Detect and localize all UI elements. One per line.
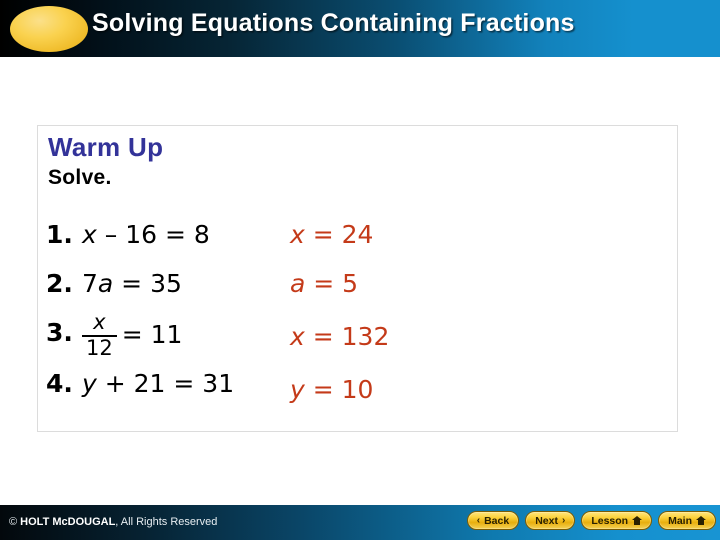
equation-rest: – 16 = 8 [96,220,210,249]
problem-answer: y = 10 [290,375,373,404]
answer-rest: = 10 [304,375,374,404]
fraction: x 12 [82,312,117,359]
problem-equation: x – 16 = 8 [82,220,210,249]
problem-answer: x = 132 [290,322,389,351]
problem-number: 4. [46,369,73,398]
answer-rest: = 5 [305,269,359,298]
problem-number: 2. [46,269,73,298]
next-button[interactable]: Next › [525,511,576,530]
brand-name: HOLT McDOUGAL [20,516,116,528]
problem-number: 1. [46,220,73,249]
rights-text: , All Rights Reserved [115,516,218,528]
chevron-right-icon: › [561,515,566,526]
fraction-denominator: 12 [86,336,113,360]
warmup-heading: Warm Up [48,132,164,162]
slide-footer-bar: © HOLT McDOUGAL, All Rights Reserved ‹ B… [0,505,720,540]
problem-equation: y + 21 = 31 [82,369,234,398]
slide-header-bar: Solving Equations Containing Fractions [0,0,720,57]
fraction-numerator: x [93,310,106,334]
answer-variable: a [290,269,306,298]
equation-rest: = 35 [113,269,182,298]
problem-number: 3. [46,318,73,347]
page-title: Solving Equations Containing Fractions [92,9,575,37]
copyright-notice: © HOLT McDOUGAL, All Rights Reserved [9,516,217,528]
equation-rest: = 11 [121,320,183,349]
next-button-label: Next [535,514,558,527]
problem-row: 1. x – 16 = 8 x = 24 [38,220,677,266]
problem-row: 4. y + 21 = 31 y = 10 [38,369,677,415]
answer-variable: y [290,375,305,404]
navigation-buttons: ‹ Back Next › Lesson Main [466,511,716,530]
equation-rest: + 21 = 31 [96,369,235,398]
problem-row: 2. 7a = 35 a = 5 [38,269,677,315]
equation-variable: y [82,369,97,398]
chevron-left-icon: ‹ [476,515,481,526]
equation-coefficient: 7 [82,269,98,298]
main-button[interactable]: Main [658,511,716,530]
problem-equation: x 12 = 11 [80,312,183,361]
equation-variable: a [97,269,114,298]
instruction-label: Solve. [48,166,112,189]
main-button-label: Main [668,514,692,527]
home-icon [696,516,706,525]
problem-answer: a = 5 [290,269,358,298]
problem-answer: x = 24 [290,220,373,249]
back-button[interactable]: ‹ Back [466,511,520,530]
header-accent-ellipse [10,6,88,52]
answer-rest: = 24 [304,220,374,249]
answer-rest: = 132 [304,322,390,351]
problem-row: 3. x 12 = 11 x = 132 [38,312,677,364]
answer-variable: x [290,322,305,351]
home-icon [632,516,643,525]
answer-variable: x [290,220,305,249]
copyright-symbol: © [9,516,18,528]
lesson-button[interactable]: Lesson [581,511,653,530]
equation-variable: x [82,220,97,249]
lesson-button-label: Lesson [591,514,629,527]
warmup-content-box: Warm Up Solve. 1. x – 16 = 8 x = 24 2. 7… [37,125,678,432]
back-button-label: Back [484,514,510,527]
problem-equation: 7a = 35 [82,269,182,298]
